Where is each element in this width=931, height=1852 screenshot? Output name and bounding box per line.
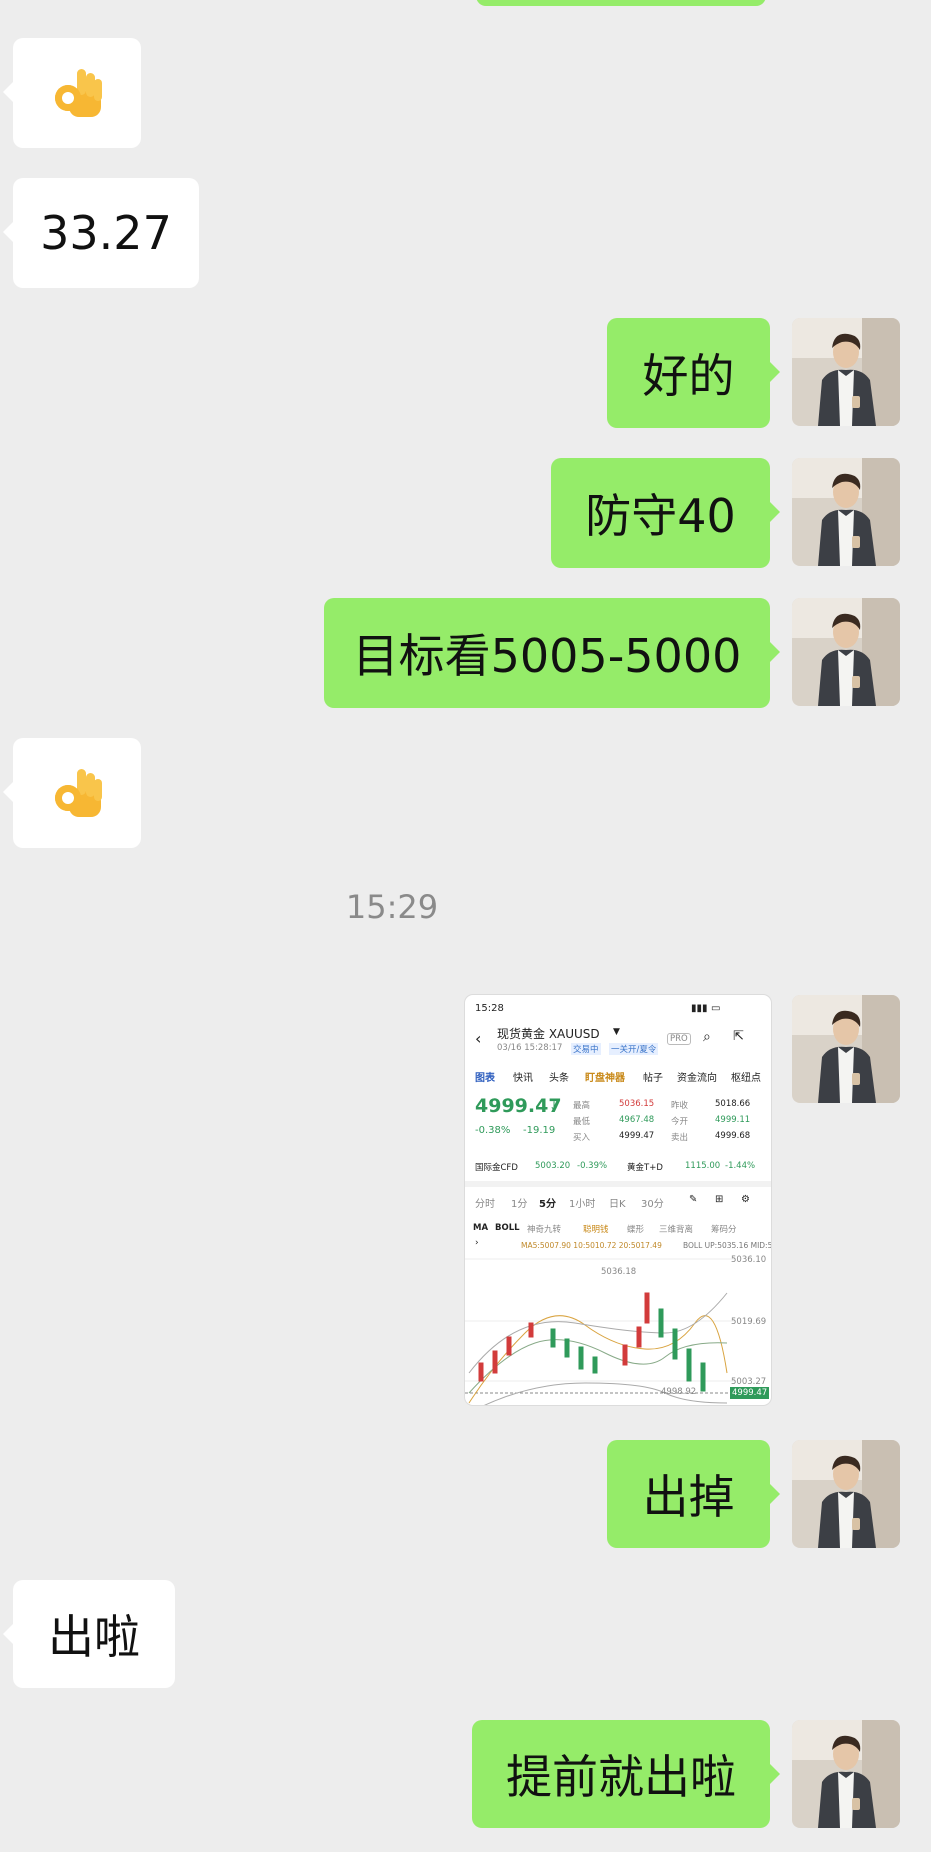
td-value: 1115.00 <box>685 1161 721 1171</box>
layout-grid-icon[interactable]: ⊞ <box>715 1194 723 1205</box>
axis-tick-low: 5003.27 <box>731 1377 767 1387</box>
draw-tool-icon[interactable]: ✎ <box>689 1194 697 1205</box>
person-portrait-icon <box>792 995 900 1103</box>
tab-pivot[interactable]: 枢纽点 <box>731 1069 761 1084</box>
expand-chevron-icon[interactable]: › <box>475 1238 479 1248</box>
quote-timestamp: 03/16 15:28:17 <box>497 1043 563 1053</box>
incoming-message-bubble[interactable]: 33.27 <box>3 178 199 288</box>
tab-watch-tool[interactable]: 盯盘神器 <box>585 1069 625 1084</box>
message-text: 提前就出啦 <box>506 1750 736 1804</box>
ok-hand-emoji-icon <box>51 767 103 819</box>
signal-battery-icon: ▮▮▮ ▭ <box>691 1003 721 1014</box>
shared-screenshot-image[interactable]: 15:28 ▮▮▮ ▭ ‹ 现货黄金 XAUUSD ▼ 03/16 15:28:… <box>465 995 771 1405</box>
tab-headline[interactable]: 头条 <box>549 1069 569 1084</box>
change-absolute: -19.19 <box>523 1125 556 1136</box>
high-label: 最高 <box>573 1101 591 1111</box>
prev-close-label: 昨收 <box>671 1101 689 1111</box>
indicator-divergence[interactable]: 三维背离 <box>659 1223 693 1235</box>
message-text: 出掉 <box>642 1470 735 1524</box>
price-down-arrow-icon: ↓ <box>549 1099 560 1113</box>
sell-value: 4999.68 <box>715 1131 751 1141</box>
outgoing-message-bubble[interactable]: 提前就出啦 <box>472 1720 780 1828</box>
user-avatar[interactable] <box>792 995 900 1103</box>
prev-close-value: 5018.66 <box>715 1099 751 1109</box>
indicator-boll[interactable]: BOLL <box>495 1223 520 1233</box>
period-tab-intraday[interactable]: 分时 <box>475 1195 495 1210</box>
buy-value: 4999.47 <box>619 1131 655 1141</box>
last-price-tag: 4999.47 <box>730 1387 770 1399</box>
caret-down-icon[interactable]: ▼ <box>613 1027 620 1037</box>
tab-posts[interactable]: 帖子 <box>643 1069 663 1084</box>
axis-tick-top: 5036.10 <box>731 1255 767 1265</box>
trading-status-badge: 交易中 <box>571 1043 601 1055</box>
user-avatar[interactable] <box>792 598 900 706</box>
ok-hand-emoji-icon <box>51 67 103 119</box>
open-value: 4999.11 <box>715 1115 751 1125</box>
high-value: 5036.15 <box>619 1099 655 1109</box>
incoming-message-bubble[interactable]: 出啦 <box>3 1580 175 1688</box>
buy-label: 买入 <box>573 1133 591 1143</box>
boll-values: BOLL UP:5035.16 MID:50 <box>683 1241 771 1250</box>
incoming-emoji-bubble[interactable] <box>3 738 141 848</box>
ma-values: MA5:5007.90 10:5010.72 20:5017.49 <box>521 1241 662 1250</box>
period-tab-1min[interactable]: 1分 <box>511 1195 527 1210</box>
indicator-chips[interactable]: 筹码分 <box>711 1223 737 1235</box>
period-tab-1hour[interactable]: 1小时 <box>569 1195 595 1210</box>
period-tab-5min[interactable]: 5分 <box>539 1195 556 1210</box>
sell-label: 卖出 <box>671 1133 689 1143</box>
user-avatar[interactable] <box>792 1440 900 1548</box>
session-badge: 一关开/夏令 <box>609 1043 659 1055</box>
cfd-value: 5003.20 <box>535 1161 571 1171</box>
message-text: 防守40 <box>585 489 736 543</box>
section-divider <box>465 1181 771 1187</box>
user-avatar[interactable] <box>792 1720 900 1828</box>
person-portrait-icon <box>792 318 900 426</box>
cropped-message-bubble[interactable] <box>476 0 766 6</box>
indicator-smart-money[interactable]: 聪明钱 <box>583 1223 609 1235</box>
axis-tick-mid: 5019.69 <box>731 1317 767 1327</box>
instrument-title: 现货黄金 XAUUSD <box>497 1027 600 1041</box>
search-icon[interactable]: ⌕ <box>703 1029 711 1045</box>
pro-badge[interactable]: PRO <box>667 1033 691 1045</box>
tab-chart[interactable]: 图表 <box>475 1069 495 1084</box>
incoming-emoji-bubble[interactable] <box>3 38 141 148</box>
low-label: 最低 <box>573 1117 591 1127</box>
chat-timestamp: 15:29 <box>345 888 439 926</box>
low-value: 4967.48 <box>619 1115 655 1125</box>
td-label[interactable]: 黄金T+D <box>627 1161 663 1173</box>
outgoing-message-bubble[interactable]: 出掉 <box>607 1440 780 1548</box>
status-bar-time: 15:28 <box>475 1003 504 1014</box>
chart-high-marker: 5036.18 <box>601 1267 637 1277</box>
message-text: 目标看5005-5000 <box>352 629 742 683</box>
outgoing-message-bubble[interactable]: 防守40 <box>551 458 780 568</box>
person-portrait-icon <box>792 1440 900 1548</box>
message-text: 33.27 <box>40 206 172 260</box>
td-percent: -1.44% <box>725 1161 756 1171</box>
tab-fund-flow[interactable]: 资金流向 <box>677 1069 717 1084</box>
open-label: 今开 <box>671 1117 689 1127</box>
cfd-label[interactable]: 国际金CFD <box>475 1161 518 1173</box>
settings-icon[interactable]: ⚙ <box>741 1194 750 1205</box>
person-portrait-icon <box>792 598 900 706</box>
outgoing-message-bubble[interactable]: 好的 <box>607 318 780 428</box>
outgoing-message-bubble[interactable]: 目标看5005-5000 <box>324 598 780 708</box>
message-text: 好的 <box>642 349 735 403</box>
share-icon[interactable]: ⇱ <box>733 1029 744 1044</box>
tab-flash[interactable]: 快讯 <box>513 1069 533 1084</box>
back-arrow-icon[interactable]: ‹ <box>475 1029 481 1048</box>
user-avatar[interactable] <box>792 458 900 566</box>
indicator-td9[interactable]: 神奇九转 <box>527 1223 561 1235</box>
cfd-percent: -0.39% <box>577 1161 608 1171</box>
indicator-ma[interactable]: MA <box>473 1223 488 1233</box>
person-portrait-icon <box>792 1720 900 1828</box>
indicator-butterfly[interactable]: 蝶形 <box>627 1223 644 1235</box>
message-text: 出啦 <box>48 1610 140 1664</box>
chart-low-marker: 4998.92 <box>661 1387 697 1397</box>
user-avatar[interactable] <box>792 318 900 426</box>
person-portrait-icon <box>792 458 900 566</box>
period-tab-30min[interactable]: 30分 <box>641 1195 664 1210</box>
period-tab-daily[interactable]: 日K <box>609 1195 626 1210</box>
change-percent: -0.38% <box>475 1125 511 1136</box>
